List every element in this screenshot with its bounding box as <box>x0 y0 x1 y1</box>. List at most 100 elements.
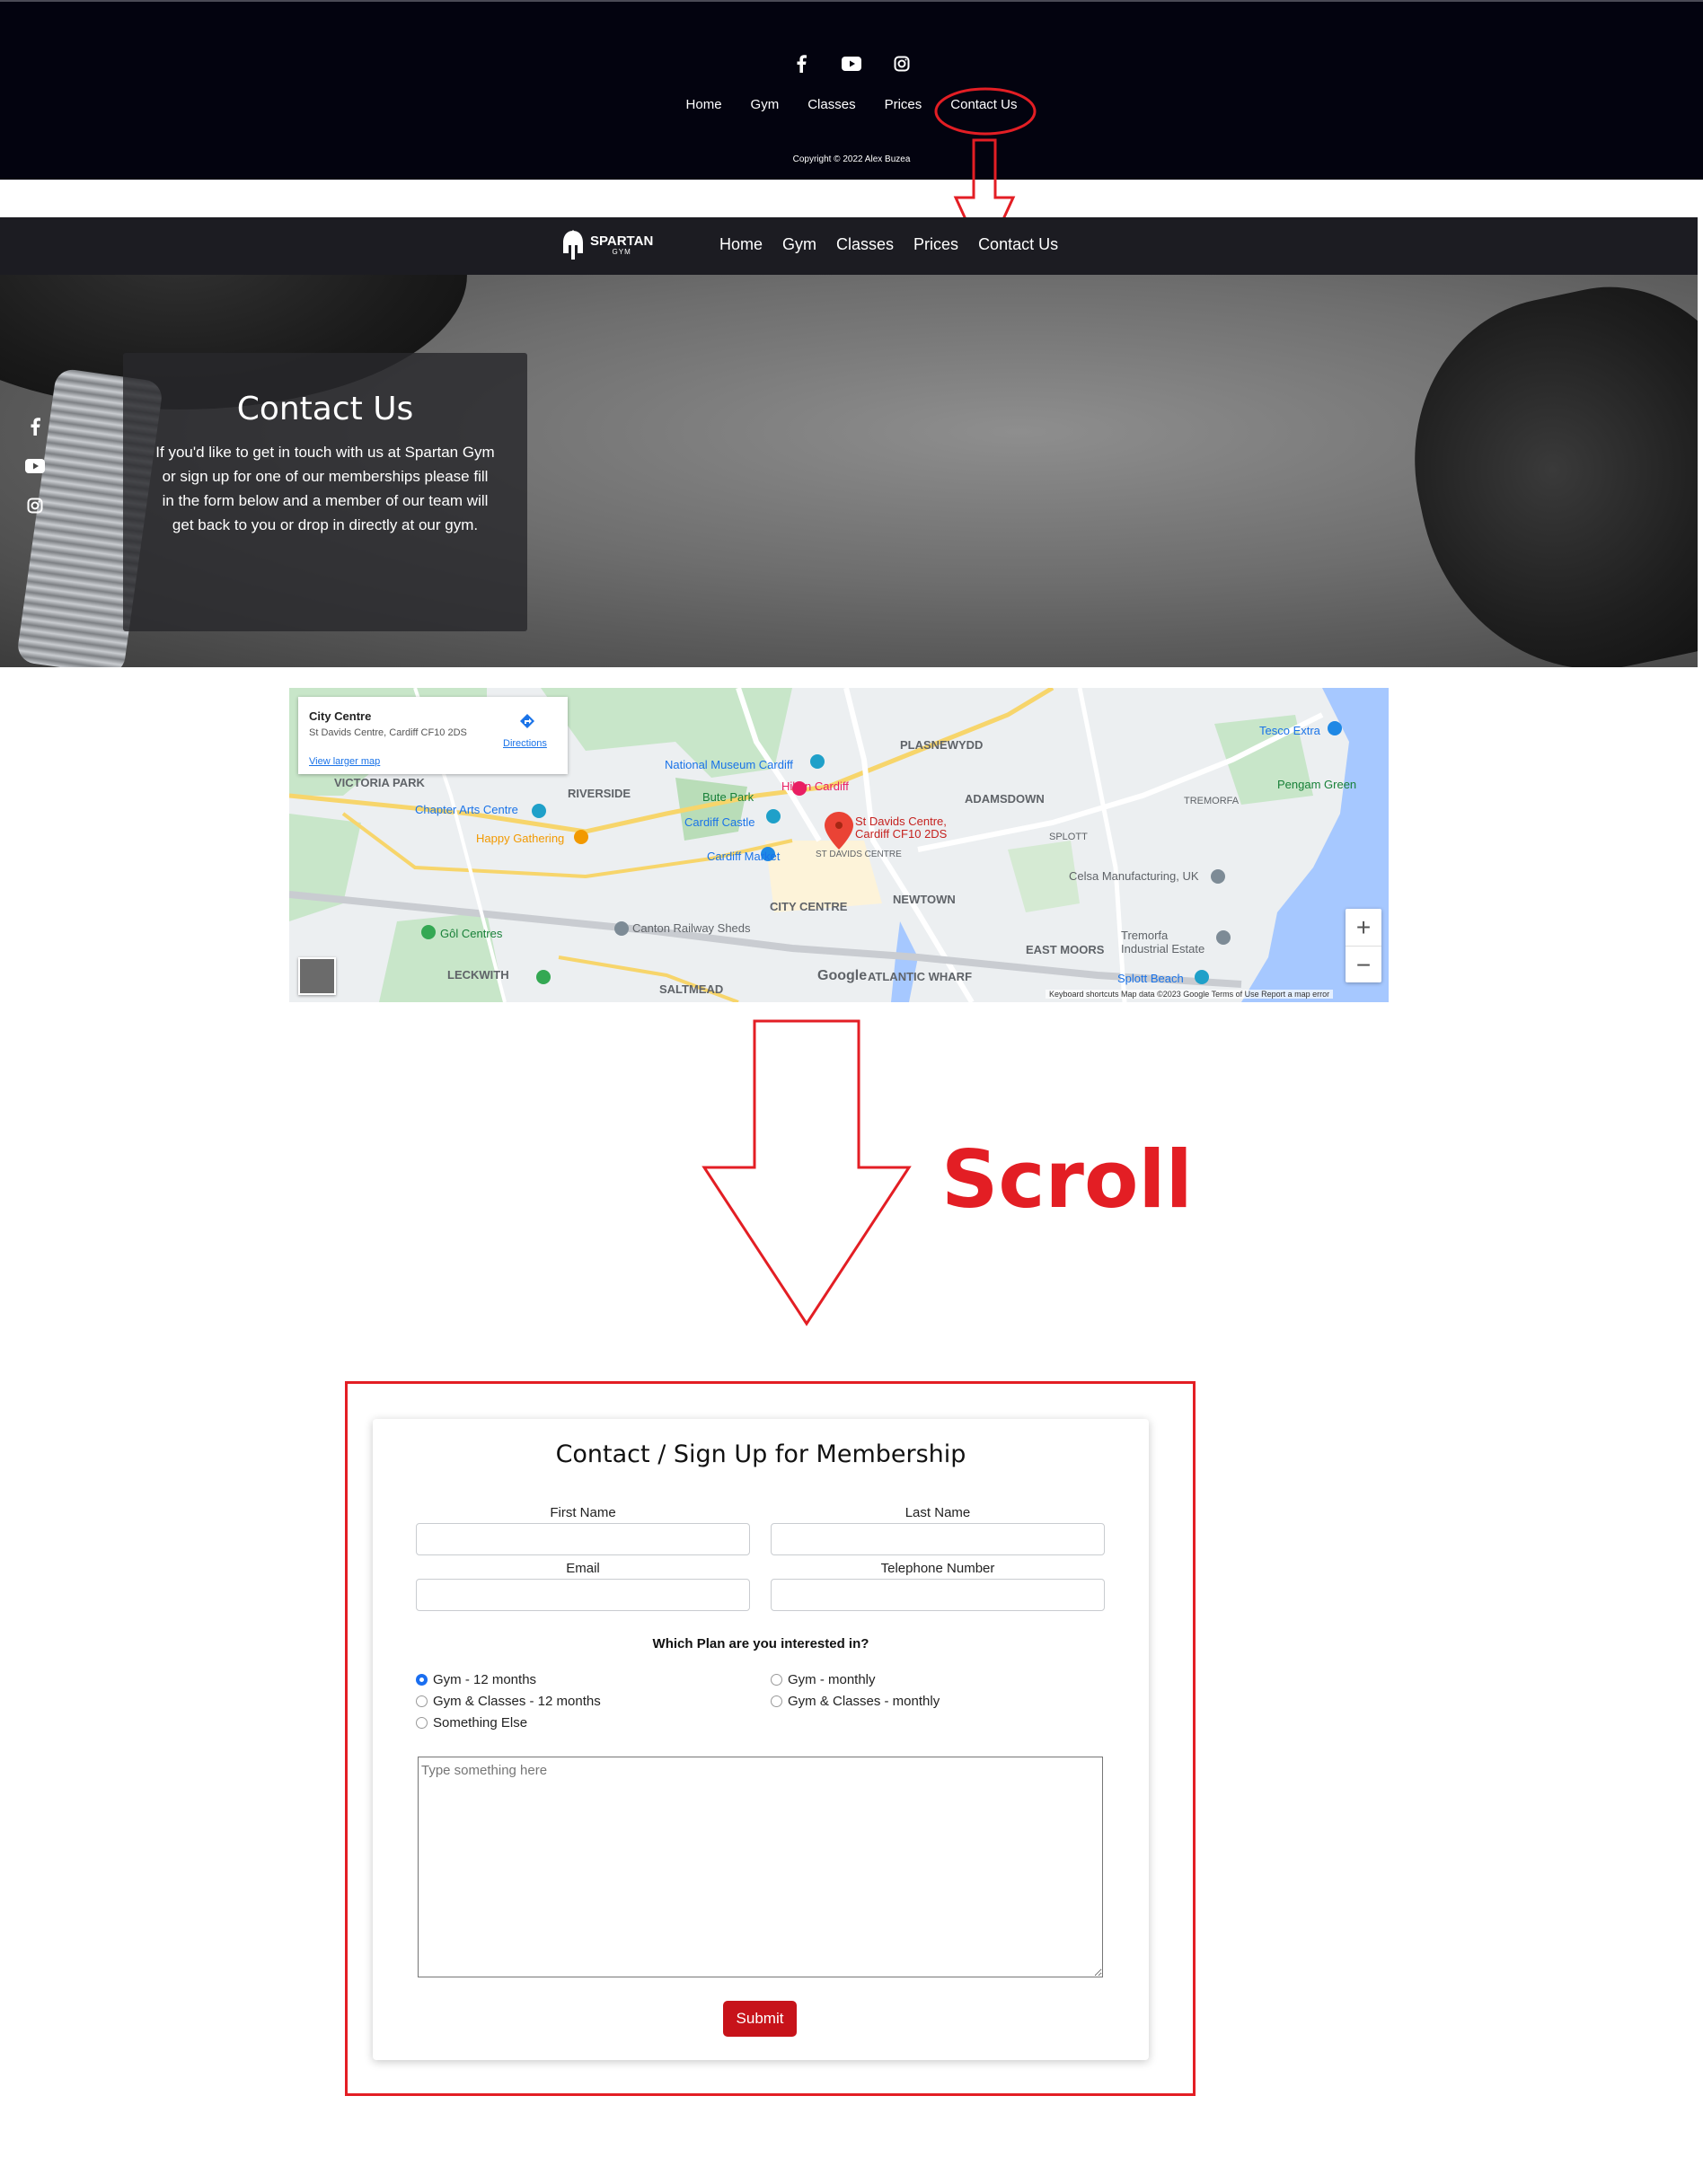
plan-option-gym-classes-monthly[interactable]: Gym & Classes - monthly <box>771 1694 940 1709</box>
brand-logo[interactable]: SPARTAN GYM <box>561 230 653 260</box>
youtube-icon[interactable] <box>842 54 861 74</box>
submit-button[interactable]: Submit <box>723 2001 797 2037</box>
last-name-input[interactable] <box>771 1523 1105 1555</box>
map-label: Hilton Cardiff <box>781 779 849 793</box>
map-info-card: City Centre St Davids Centre, Cardiff CF… <box>298 697 568 774</box>
last-name-label: Last Name <box>904 1505 971 1520</box>
radio-button[interactable] <box>416 1717 428 1729</box>
instagram-icon[interactable] <box>892 54 912 74</box>
facebook-icon[interactable] <box>791 54 811 74</box>
map-label: VICTORIA PARK <box>334 776 425 789</box>
map-place-title: City Centre <box>309 709 372 723</box>
google-logo: Google <box>817 968 868 983</box>
nav-classes[interactable]: Classes <box>826 235 904 254</box>
map-label: Cardiff Castle <box>684 815 755 829</box>
footer-nav-prices[interactable]: Prices <box>870 97 937 112</box>
map-zoom-control: + − <box>1346 909 1381 982</box>
map-label: CITY CENTRE <box>770 900 848 913</box>
plan-option-gym-12-months[interactable]: Gym - 12 months <box>416 1672 536 1687</box>
plan-option-label: Gym - 12 months <box>433 1672 537 1687</box>
plan-option-label: Something Else <box>433 1715 528 1730</box>
scroll-annotation-text: Scroll <box>941 1133 1193 1226</box>
view-larger-map-link[interactable]: View larger map <box>309 756 380 767</box>
main-nav: Home Gym Classes Prices Contact Us <box>710 235 1068 254</box>
footer-nav-classes[interactable]: Classes <box>793 97 869 112</box>
map-label: Celsa Manufacturing, UK <box>1069 869 1199 883</box>
plan-option-label: Gym & Classes - monthly <box>788 1694 940 1709</box>
map-label: Splott Beach <box>1117 972 1184 985</box>
copyright-text: Copyright © 2022 Alex Buzea <box>792 154 911 164</box>
gym-glove-image <box>1383 275 1698 667</box>
embedded-map[interactable]: PLASNEWYDD ADAMSDOWN Tesco Extra Pengam … <box>289 688 1389 1002</box>
first-name-label: First Name <box>550 1505 616 1520</box>
map-marker-label: St Davids Centre, Cardiff CF10 2DS <box>855 815 948 841</box>
map-label: Chapter Arts Centre <box>415 803 518 816</box>
map-label: National Museum Cardiff <box>665 758 793 771</box>
map-label: TREMORFA <box>1184 796 1240 806</box>
facebook-icon[interactable] <box>25 417 45 436</box>
plan-option-something-else[interactable]: Something Else <box>416 1715 527 1730</box>
zoom-out-button[interactable]: − <box>1346 947 1381 983</box>
footer-nav-home[interactable]: Home <box>672 97 737 112</box>
zoom-in-button[interactable]: + <box>1346 909 1381 947</box>
radio-button-checked[interactable] <box>416 1674 428 1686</box>
first-name-input[interactable] <box>416 1523 750 1555</box>
nav-contact[interactable]: Contact Us <box>968 235 1068 254</box>
map-label: SPLOTT <box>1049 832 1088 842</box>
map-label: PLASNEWYDD <box>900 738 984 752</box>
plan-option-gym-monthly[interactable]: Gym - monthly <box>771 1672 876 1687</box>
map-attribution[interactable]: Keyboard shortcuts Map data ©2023 Google… <box>1046 990 1334 999</box>
map-label: Canton Railway Sheds <box>632 921 751 935</box>
footer-nav-gym[interactable]: Gym <box>737 97 794 112</box>
satellite-toggle-button[interactable] <box>298 957 336 995</box>
map-label: SALTMEAD <box>659 982 724 996</box>
hero-card: Contact Us If you'd like to get in touch… <box>123 353 527 631</box>
form-title: Contact / Sign Up for Membership <box>555 1440 966 1468</box>
highlight-circle-annotation <box>934 87 1037 136</box>
email-input[interactable] <box>416 1579 750 1611</box>
map-label: LECKWITH <box>447 968 509 982</box>
nav-prices[interactable]: Prices <box>904 235 968 254</box>
contact-form-card: Contact / Sign Up for Membership First N… <box>373 1419 1149 2060</box>
directions-icon[interactable] <box>519 713 535 729</box>
nav-gym[interactable]: Gym <box>772 235 826 254</box>
footer-nav: Home Gym Classes Prices Contact Us <box>0 97 1703 112</box>
hero-section: Contact Us If you'd like to get in touch… <box>0 275 1698 667</box>
map-label: RIVERSIDE <box>568 787 631 800</box>
plan-option-label: Gym - monthly <box>788 1672 876 1687</box>
telephone-label: Telephone Number <box>880 1561 995 1576</box>
map-label: NEWTOWN <box>893 893 956 906</box>
footer-social-links <box>0 54 1703 74</box>
page-title: Contact Us <box>236 391 414 427</box>
plan-option-gym-classes-12-months[interactable]: Gym & Classes - 12 months <box>416 1694 601 1709</box>
radio-button[interactable] <box>771 1695 782 1707</box>
map-label: ATLANTIC WHARF <box>868 970 973 983</box>
map-label: Gôl Centres <box>440 927 503 940</box>
site-footer: Home Gym Classes Prices Contact Us Copyr… <box>0 0 1703 180</box>
brand-subtitle: GYM <box>612 247 631 256</box>
map-label: Tremorfa Industrial Estate <box>1121 929 1205 956</box>
map-label: Cardiff Market <box>707 850 781 863</box>
map-label: Tesco Extra <box>1259 724 1320 737</box>
map-label: EAST MOORS <box>1026 943 1105 956</box>
scroll-arrow-annotation <box>701 1019 912 1326</box>
map-place-address: St Davids Centre, Cardiff CF10 2DS <box>309 727 467 738</box>
map-label: ST DAVIDS CENTRE <box>816 850 902 859</box>
radio-button[interactable] <box>771 1674 782 1686</box>
directions-link[interactable]: Directions <box>503 738 547 749</box>
map-label: ADAMSDOWN <box>965 792 1045 806</box>
map-label: Bute Park <box>702 790 754 804</box>
youtube-icon[interactable] <box>25 456 45 476</box>
message-textarea[interactable] <box>418 1757 1103 1977</box>
telephone-input[interactable] <box>771 1579 1105 1611</box>
nav-home[interactable]: Home <box>710 235 772 254</box>
plan-question: Which Plan are you interested in? <box>652 1636 869 1651</box>
map-label: Pengam Green <box>1277 778 1357 791</box>
email-label: Email <box>566 1561 600 1576</box>
hero-social-links <box>25 417 45 515</box>
radio-button[interactable] <box>416 1695 428 1707</box>
site-navbar: SPARTAN GYM Home Gym Classes Prices Cont… <box>0 217 1698 275</box>
instagram-icon[interactable] <box>25 496 45 515</box>
hero-description: If you'd like to get in touch with us at… <box>155 444 495 533</box>
map-label: Happy Gathering <box>476 832 565 845</box>
